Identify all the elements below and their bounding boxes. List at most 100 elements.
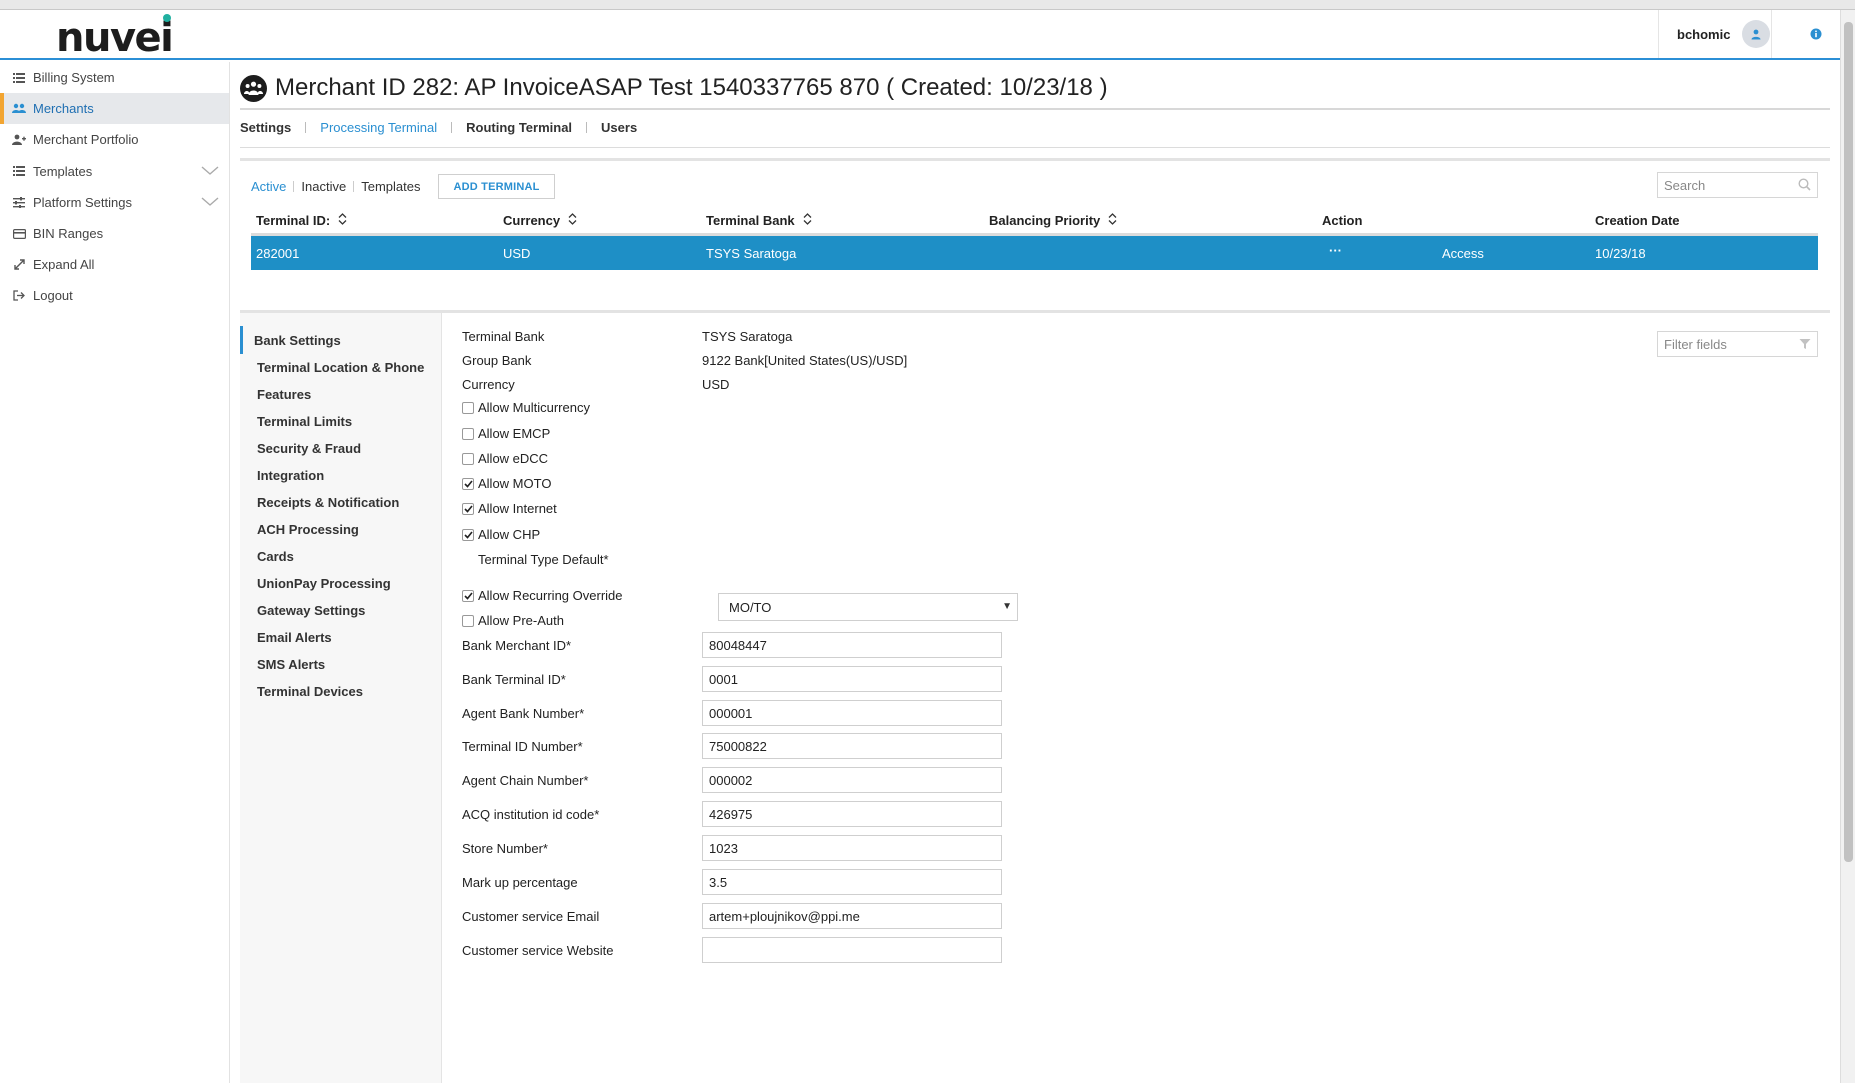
- nav-integration[interactable]: Integration: [257, 468, 324, 483]
- sort-icon[interactable]: [803, 213, 812, 228]
- filter-templates[interactable]: Templates: [361, 179, 420, 194]
- check-icon: [463, 591, 473, 600]
- nav-cards[interactable]: Cards: [257, 549, 294, 564]
- sidebar-item-templates[interactable]: Templates: [0, 156, 229, 187]
- sidebar-item-expand-all[interactable]: Expand All: [0, 249, 229, 280]
- customer-service-email-input[interactable]: [702, 903, 1002, 929]
- checkbox-box[interactable]: [462, 528, 474, 541]
- tab-processing-terminal[interactable]: Processing Terminal: [320, 120, 437, 135]
- row-access-link[interactable]: Access: [1442, 246, 1484, 261]
- store-number-input[interactable]: [702, 835, 1002, 861]
- checkbox-box[interactable]: [462, 401, 474, 414]
- checkbox-box[interactable]: [462, 502, 474, 515]
- bank-merchant-id-input[interactable]: [702, 632, 1002, 658]
- nav-security-fraud[interactable]: Security & Fraud: [257, 441, 361, 456]
- card-icon: [12, 227, 26, 241]
- filter-fields-input[interactable]: Filter fields: [1657, 331, 1818, 357]
- nav-terminal-devices[interactable]: Terminal Devices: [257, 684, 363, 699]
- customer-service-website-label: Customer service Website: [462, 943, 614, 958]
- allow-recurring-override-checkbox[interactable]: Allow Recurring Override: [462, 588, 623, 603]
- customer-service-website-input[interactable]: [702, 937, 1002, 963]
- add-terminal-button[interactable]: ADD TERMINAL: [438, 174, 555, 199]
- column-label: Creation Date: [1595, 213, 1680, 228]
- column-action: Action: [1322, 213, 1362, 228]
- nav-unionpay-processing[interactable]: UnionPay Processing: [257, 576, 391, 591]
- column-label: Action: [1322, 213, 1363, 228]
- terminal-id-number-label: Terminal ID Number*: [462, 739, 583, 754]
- sidebar-item-label: Billing System: [33, 70, 115, 86]
- column-currency[interactable]: Currency: [503, 213, 577, 228]
- title-divider: [240, 108, 1830, 110]
- acq-institution-id-label: ACQ institution id code*: [462, 807, 600, 822]
- sidebar-item-billing-system[interactable]: Billing System: [0, 62, 229, 93]
- sidebar-item-platform-settings[interactable]: Platform Settings: [0, 187, 229, 218]
- allow-edcc-checkbox[interactable]: Allow eDCC: [462, 451, 548, 466]
- page-scrollbar[interactable]: [1840, 10, 1855, 1083]
- nav-terminal-location-phone[interactable]: Terminal Location & Phone: [257, 360, 424, 375]
- table-row[interactable]: 282001 USD TSYS Saratoga ··· Access 10/2…: [251, 236, 1818, 270]
- terminal-id-number-input[interactable]: [702, 733, 1002, 759]
- checkbox-box[interactable]: [462, 452, 474, 465]
- sidebar-item-merchants[interactable]: Merchants: [0, 93, 229, 125]
- chevron-down-icon[interactable]: [201, 164, 219, 179]
- user-name: bchomic: [1677, 26, 1731, 42]
- nav-bank-settings[interactable]: Bank Settings: [254, 333, 341, 348]
- allow-chp-checkbox[interactable]: Allow CHP: [462, 527, 540, 542]
- page-title: Merchant ID 282: AP InvoiceASAP Test 154…: [275, 74, 1108, 101]
- info-icon: [1810, 28, 1822, 40]
- bank-terminal-id-input[interactable]: [702, 666, 1002, 692]
- checkbox-box[interactable]: [462, 427, 474, 440]
- sidebar-item-logout[interactable]: Logout: [0, 280, 229, 311]
- sidebar-item-merchant-portfolio[interactable]: Merchant Portfolio: [0, 124, 229, 155]
- filter-inactive[interactable]: Inactive: [301, 179, 346, 194]
- sidebar-item-label: Expand All: [33, 257, 95, 273]
- checkbox-label: Allow Recurring Override: [478, 588, 623, 603]
- allow-pre-auth-checkbox[interactable]: Allow Pre-Auth: [462, 613, 564, 628]
- nav-email-alerts[interactable]: Email Alerts: [257, 630, 332, 645]
- tab-settings[interactable]: Settings: [240, 120, 291, 135]
- acq-institution-id-input[interactable]: [702, 801, 1002, 827]
- allow-emcp-checkbox[interactable]: Allow EMCP: [462, 426, 550, 441]
- user-menu[interactable]: bchomic: [1658, 10, 1772, 58]
- checkbox-label: Allow CHP: [478, 527, 541, 542]
- column-balancing-priority[interactable]: Balancing Priority: [989, 213, 1117, 228]
- allow-moto-checkbox[interactable]: Allow MOTO: [462, 476, 551, 491]
- sliders-icon: [12, 195, 26, 209]
- allow-multicurrency-checkbox[interactable]: Allow Multicurrency: [462, 400, 590, 415]
- sidebar-item-bin-ranges[interactable]: BIN Ranges: [0, 218, 229, 249]
- tab-routing-terminal[interactable]: Routing Terminal: [466, 120, 572, 135]
- agent-bank-number-input[interactable]: [702, 700, 1002, 726]
- agent-chain-number-input[interactable]: [702, 767, 1002, 793]
- column-terminal-bank[interactable]: Terminal Bank: [706, 213, 812, 228]
- filter-active[interactable]: Active: [251, 179, 286, 194]
- checkbox-box[interactable]: [462, 614, 474, 627]
- nuvei-logo[interactable]: nuvei: [56, 16, 174, 60]
- column-terminal-id[interactable]: Terminal ID:: [256, 213, 347, 228]
- column-label: Terminal ID:: [256, 213, 331, 228]
- nav-gateway-settings[interactable]: Gateway Settings: [257, 603, 365, 618]
- nav-sms-alerts[interactable]: SMS Alerts: [257, 657, 325, 672]
- row-action-menu[interactable]: ···: [1329, 243, 1342, 258]
- users-icon: [12, 102, 26, 116]
- terminal-type-default-select[interactable]: MO/TO ▼: [718, 593, 1018, 621]
- nav-receipts-notification[interactable]: Receipts & Notification: [257, 495, 399, 510]
- sort-icon[interactable]: [1108, 213, 1117, 228]
- checkbox-box[interactable]: [462, 477, 474, 490]
- chevron-down-icon[interactable]: [201, 195, 219, 210]
- tab-separator: [451, 122, 453, 133]
- nav-features[interactable]: Features: [257, 387, 311, 402]
- info-button[interactable]: [1806, 24, 1826, 44]
- tab-users[interactable]: Users: [601, 120, 637, 135]
- terminal-search-input[interactable]: Search: [1657, 172, 1818, 198]
- checkbox-box[interactable]: [462, 589, 474, 602]
- filter-placeholder: Filter fields: [1664, 336, 1727, 352]
- scrollbar-thumb[interactable]: [1844, 22, 1853, 862]
- nav-ach-processing[interactable]: ACH Processing: [257, 522, 359, 537]
- list-icon: [12, 164, 26, 178]
- sort-icon[interactable]: [568, 213, 577, 228]
- nav-terminal-limits[interactable]: Terminal Limits: [257, 414, 352, 429]
- sidebar-item-label: BIN Ranges: [33, 226, 104, 242]
- mark-up-percentage-input[interactable]: [702, 869, 1002, 895]
- sort-icon[interactable]: [338, 213, 347, 228]
- allow-internet-checkbox[interactable]: Allow Internet: [462, 501, 557, 516]
